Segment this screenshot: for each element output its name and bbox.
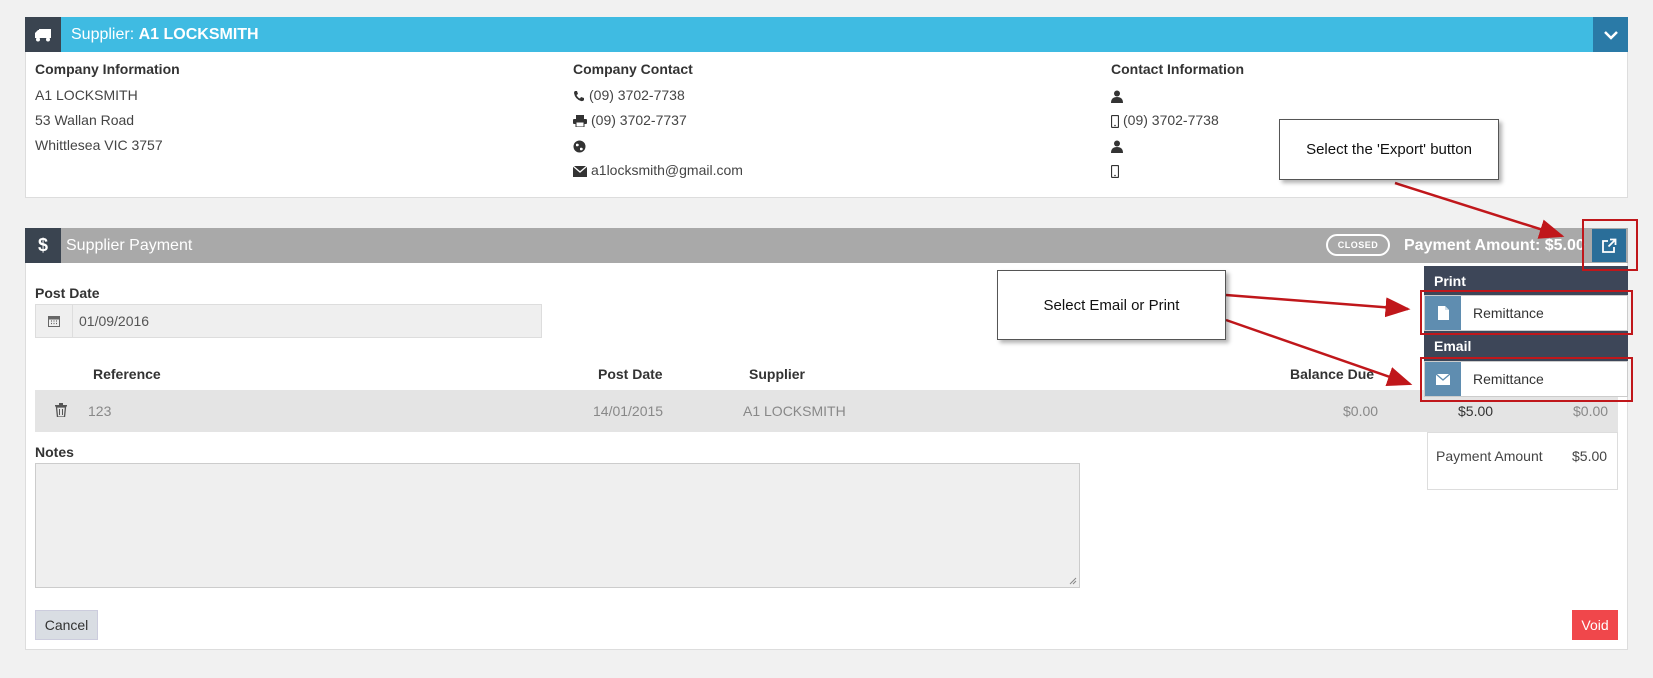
annotation-arrows: [1225, 181, 1565, 387]
export-callout: Select the 'Export' button: [1279, 119, 1499, 180]
email-print-callout: Select Email or Print: [997, 270, 1226, 340]
